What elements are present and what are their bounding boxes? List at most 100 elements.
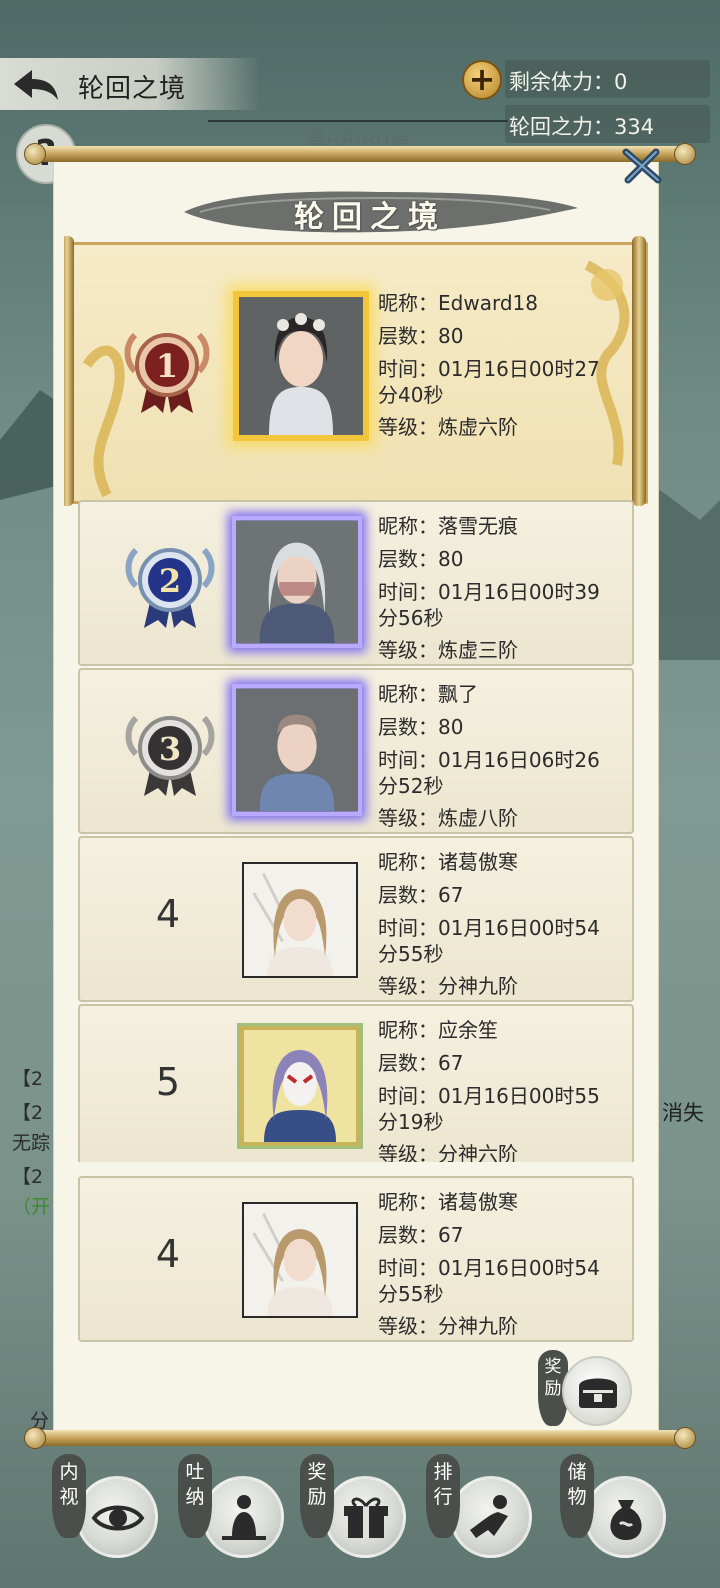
level-label: 等级： (378, 806, 438, 830)
player-floors: 67 (438, 1051, 464, 1075)
nav-circle[interactable] (324, 1476, 406, 1558)
nav-label: 奖励 (300, 1454, 334, 1538)
player-avatar[interactable] (232, 684, 362, 816)
level-label: 等级： (378, 974, 438, 998)
page-title: 轮回之境 (78, 74, 187, 104)
time-label: 时间： (378, 1256, 438, 1280)
log-fragment: 消失 (662, 1101, 704, 1125)
player-level: 分神九阶 (438, 974, 518, 998)
player-info: 昵称： Edward18 层数： 80 时间： 01月16日00时27 分40秒 等级… (378, 287, 628, 444)
rank-number: 4 (155, 1232, 181, 1276)
rank-3-medal-icon: 3 (125, 715, 215, 796)
nickname-label: 昵称： (378, 682, 438, 706)
eye-icon (91, 1505, 145, 1531)
rank-number: 4 (155, 892, 181, 936)
player-info: 昵称： 飘了 层数： 80 时间： 01月16日06时26 分52秒 等级： 炼虚八阶 (378, 678, 628, 835)
ranking-entry-2[interactable]: 2 昵称： 落雪无痕 层数： 80 时间： 01月16日00时39 分56秒 等级：炼… (78, 500, 634, 666)
treasure-chest-icon (579, 1378, 617, 1408)
ranking-entry-5[interactable]: 5 昵称： 应余笙 层数： 67 时间： 01月16日00时55 分19秒 等级： 分神… (78, 1004, 634, 1162)
top-bar: 轮回之境 + 剩余体力：0 轮回之力：334 (0, 58, 720, 143)
bag-icon (610, 1500, 642, 1540)
rank-3-medal-number: 3 (159, 730, 181, 768)
nav-inner-vision[interactable]: 内视 (52, 1454, 182, 1574)
player-avatar[interactable] (233, 291, 369, 441)
avatar-portrait-icon (239, 297, 363, 435)
player-avatar[interactable] (242, 1202, 358, 1318)
player-time: 01月16日00时54 (438, 916, 600, 940)
player-info: 昵称： 应余笙 层数： 67 时间： 01月16日00时55 分19秒 等级： 分神六阶 (378, 1014, 628, 1162)
floors-label: 层数： (378, 1223, 438, 1247)
ranking-entry-4[interactable]: 4 昵称： 诸葛傲寒 层数： 67 时间： 01月16日00时54 分55秒 等级：分… (78, 836, 634, 1002)
player-time-cont: 分56秒 (378, 606, 444, 630)
player-nickname: 诸葛傲寒 (438, 1190, 518, 1214)
floors-label: 层数： (378, 324, 438, 348)
player-avatar[interactable] (232, 516, 362, 648)
level-label: 等级： (378, 1142, 438, 1162)
nav-label: 吐纳 (178, 1454, 212, 1538)
nav-label: 排行 (426, 1454, 460, 1538)
nickname-label: 昵称： (378, 1190, 438, 1214)
player-time-cont: 分19秒 (378, 1110, 444, 1134)
nav-ranking[interactable]: 排行 (426, 1454, 556, 1574)
nav-circle[interactable] (584, 1476, 666, 1558)
ranking-entry-1[interactable]: 1 昵称： Edward18 层数： 80 时间： 01月16日00时27 分40秒 … (64, 242, 648, 504)
scroll-handle-left (64, 236, 74, 506)
modal-title-banner: 轮回之境 (180, 186, 580, 238)
nav-circle[interactable] (450, 1476, 532, 1558)
reward-circle[interactable] (562, 1356, 632, 1426)
player-avatar[interactable] (240, 1026, 360, 1146)
modal-title: 轮回之境 (294, 200, 446, 235)
floors-label: 层数： (378, 715, 438, 739)
time-label: 时间： (378, 580, 438, 604)
my-ranking-entry[interactable]: 4 昵称： 诸葛傲寒 层数： 67 时间： 01月16日00时54 分55秒 等级：分… (78, 1176, 634, 1342)
nav-breathing[interactable]: 吐纳 (178, 1454, 308, 1574)
back-button[interactable]: 轮回之境 (0, 58, 260, 110)
player-time: 01月16日00时54 (438, 1256, 600, 1280)
player-floors: 80 (438, 547, 464, 571)
level-label: 等级： (378, 1314, 438, 1338)
stamina-display: 剩余体力：0 (505, 60, 710, 98)
reward-button[interactable]: 奖励 (538, 1350, 638, 1430)
player-level: 炼虚六阶 (438, 415, 518, 439)
player-floors: 67 (438, 1223, 464, 1247)
ranking-entry-3[interactable]: 3 昵称： 飘了 层数： 80 时间： 01月16日06时26 分52秒 等级： 炼虚八… (78, 668, 634, 834)
nickname-label: 昵称： (378, 291, 438, 315)
floors-label: 层数： (378, 547, 438, 571)
player-info: 昵称： 诸葛傲寒 层数： 67 时间： 01月16日00时54 分55秒 等级： 分神九… (378, 1186, 628, 1343)
player-floors: 80 (438, 324, 464, 348)
player-level: 分神六阶 (438, 1142, 518, 1162)
rank-2-medal-number: 2 (159, 562, 181, 600)
player-time-cont: 分40秒 (378, 383, 444, 407)
rank-1-medal-number: 1 (156, 347, 178, 385)
gift-icon (344, 1497, 388, 1538)
avatar-portrait-icon (244, 864, 356, 976)
player-level: 分神九阶 (438, 1314, 518, 1338)
player-time-cont: 分52秒 (378, 774, 444, 798)
player-floors: 67 (438, 883, 464, 907)
close-icon[interactable] (620, 146, 664, 186)
player-nickname: 飘了 (438, 682, 478, 706)
meditation-icon (222, 1495, 266, 1540)
player-nickname: 应余笙 (438, 1018, 498, 1042)
player-time: 01月16日06时26 (438, 748, 600, 772)
reincarnation-power-display: 轮回之力：334 (505, 105, 710, 143)
nav-storage[interactable]: 储物 (560, 1454, 690, 1574)
add-stamina-button[interactable]: + (462, 60, 502, 100)
player-time-cont: 分55秒 (378, 1282, 444, 1306)
rank-2-medal-icon: 2 (125, 547, 215, 628)
player-avatar[interactable] (242, 862, 358, 978)
level-label: 等级： (378, 415, 438, 439)
player-time: 01月16日00时55 (438, 1084, 600, 1108)
nav-circle[interactable] (76, 1476, 158, 1558)
floors-label: 层数： (378, 1051, 438, 1075)
nav-rewards[interactable]: 奖励 (300, 1454, 430, 1574)
nav-circle[interactable] (202, 1476, 284, 1558)
player-time: 01月16日00时39 (438, 580, 600, 604)
avatar-portrait-icon (244, 1204, 356, 1316)
time-label: 时间： (378, 357, 438, 381)
scroll-handle-right (632, 236, 646, 506)
time-label: 时间： (378, 1084, 438, 1108)
ranking-list[interactable]: 1 昵称： Edward18 层数： 80 时间： 01月16日00时27 分40秒 … (64, 232, 648, 1162)
floors-label: 层数： (378, 883, 438, 907)
avatar-portrait-icon (236, 521, 358, 643)
